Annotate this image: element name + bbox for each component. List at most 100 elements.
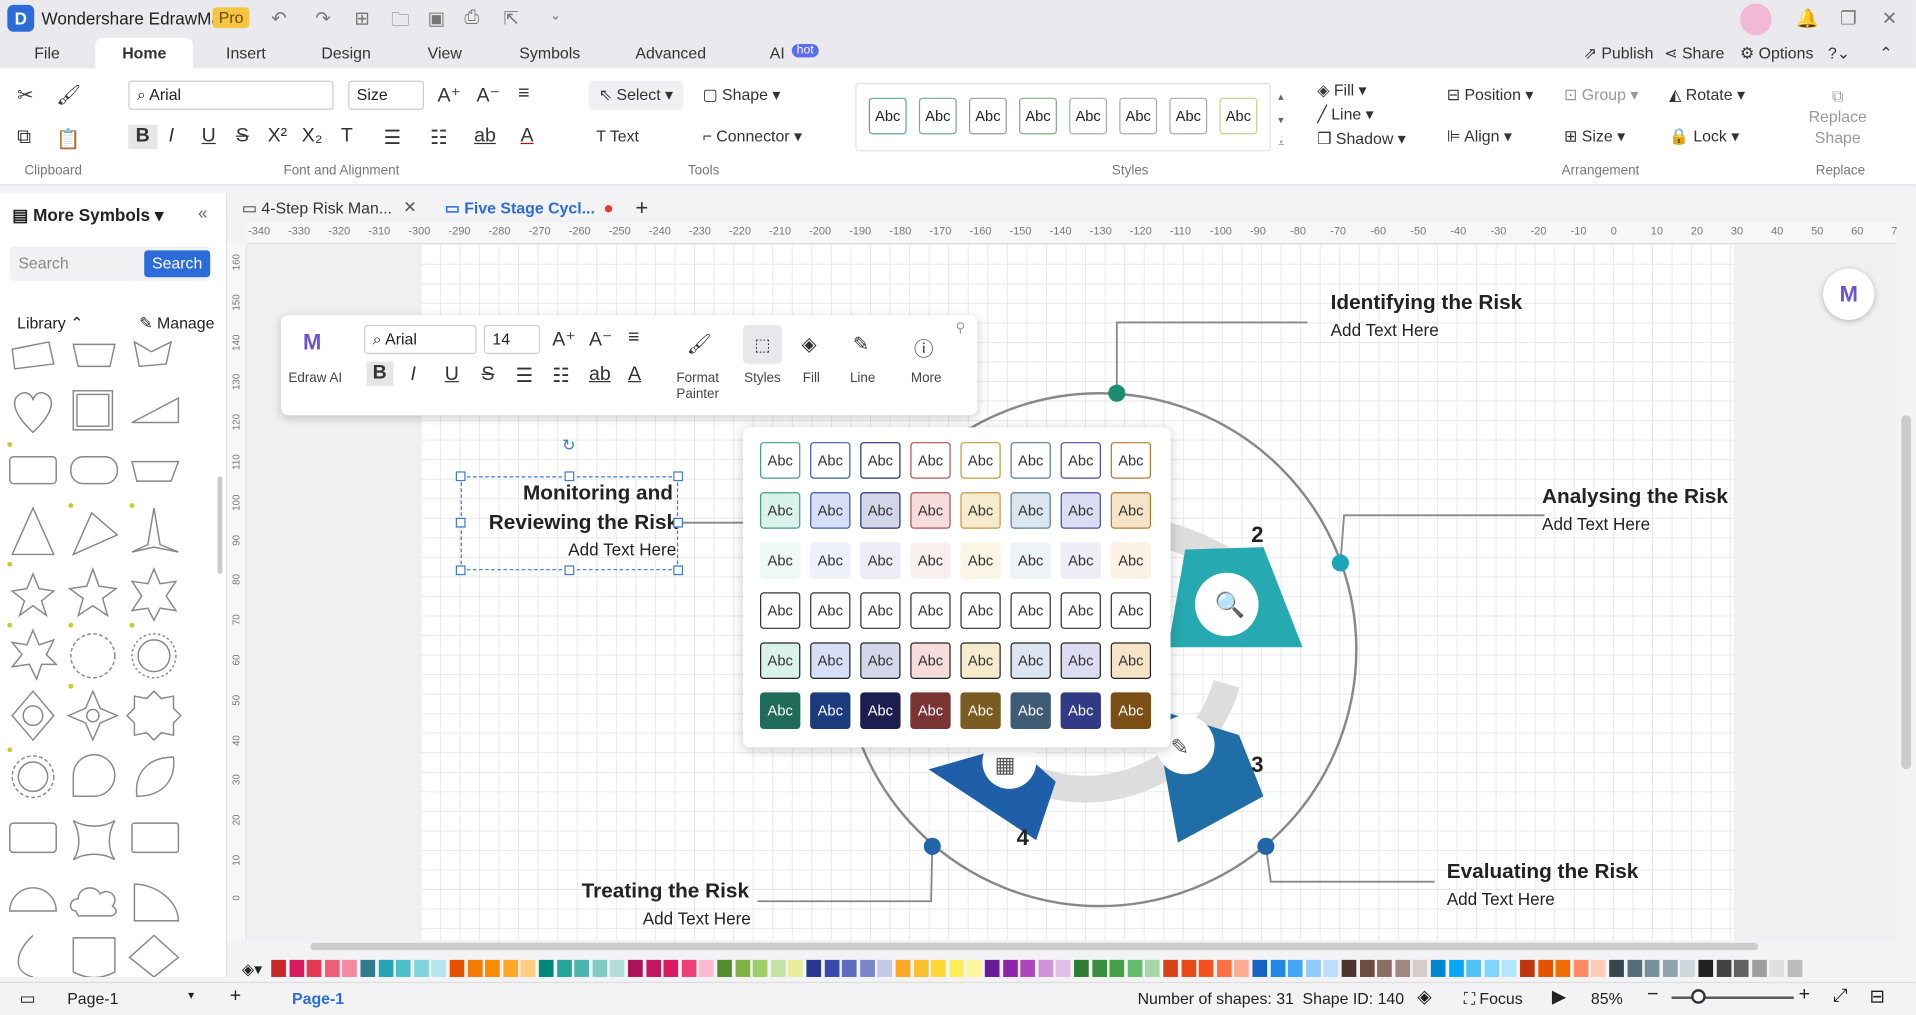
tab-home[interactable]: Home: [95, 37, 194, 69]
color-swatch[interactable]: [592, 959, 608, 977]
style-option[interactable]: Abc: [960, 442, 1001, 479]
style-option[interactable]: Abc: [1060, 692, 1101, 730]
color-swatch[interactable]: [1198, 959, 1214, 977]
color-swatch[interactable]: [788, 959, 804, 977]
print-icon[interactable]: ⎙: [464, 7, 479, 28]
color-swatch[interactable]: [1395, 959, 1410, 977]
color-swatch[interactable]: [645, 959, 661, 977]
color-swatch[interactable]: [342, 959, 358, 977]
redo-icon[interactable]: ↷: [315, 7, 330, 30]
resize-handle[interactable]: [673, 471, 684, 482]
style-option[interactable]: Abc: [860, 692, 901, 730]
color-swatch[interactable]: [1448, 959, 1464, 977]
color-swatch[interactable]: [1091, 959, 1107, 977]
page-select[interactable]: Page-1 ▾: [56, 987, 203, 1011]
color-swatch[interactable]: [895, 959, 911, 977]
fill-label[interactable]: Fill: [792, 371, 831, 386]
style-option[interactable]: Abc: [910, 642, 951, 679]
shape-library-grid[interactable]: [0, 337, 227, 977]
page-panel-icon[interactable]: ▭: [20, 988, 36, 1009]
evaluating-subtext[interactable]: Add Text Here: [1447, 889, 1555, 909]
symbol-search-button[interactable]: Search: [144, 250, 211, 278]
style-option[interactable]: Abc: [960, 542, 1001, 579]
align-text-icon[interactable]: ≡: [518, 83, 529, 105]
color-swatch[interactable]: [1216, 959, 1232, 977]
color-swatch[interactable]: [1056, 959, 1071, 977]
color-swatch[interactable]: [413, 959, 429, 977]
color-swatch[interactable]: [1520, 959, 1535, 977]
resize-handle[interactable]: [564, 471, 575, 482]
style-sample[interactable]: Abc: [1219, 97, 1258, 135]
tab-symbols[interactable]: Symbols: [519, 44, 580, 62]
color-swatch[interactable]: [931, 959, 946, 977]
export-icon[interactable]: ⇱: [503, 7, 518, 30]
select-button[interactable]: ⇖ Select ▾: [588, 80, 683, 110]
customize-icon[interactable]: ⌄: [550, 7, 561, 24]
maximize-icon[interactable]: ❐: [1840, 7, 1856, 30]
style-option[interactable]: Abc: [960, 692, 1001, 730]
strikethrough-icon[interactable]: S: [236, 126, 249, 148]
shape-button[interactable]: ▢ Shape ▾: [703, 85, 781, 105]
size-button[interactable]: ⊞ Size ▾: [1564, 127, 1625, 147]
color-swatch[interactable]: [824, 959, 839, 977]
horizontal-scrollbar[interactable]: [310, 942, 1759, 951]
identifying-title[interactable]: Identifying the Risk: [1331, 291, 1523, 315]
color-swatch[interactable]: [360, 959, 376, 977]
resize-handle[interactable]: [673, 517, 684, 528]
monitoring-title-line1[interactable]: Monitoring and: [523, 481, 673, 505]
bell-icon[interactable]: 🔔: [1796, 7, 1819, 30]
doc-tab-risk[interactable]: ▭ 4-Step Risk Man...: [242, 199, 392, 219]
color-swatch[interactable]: [1163, 959, 1178, 977]
style-option[interactable]: Abc: [760, 642, 801, 679]
color-swatch[interactable]: [663, 959, 679, 977]
color-swatch[interactable]: [1430, 959, 1446, 977]
style-option[interactable]: Abc: [1110, 442, 1152, 479]
style-option[interactable]: Abc: [1060, 442, 1101, 479]
style-option[interactable]: Abc: [1010, 642, 1051, 679]
color-swatch[interactable]: [1020, 959, 1036, 977]
style-option[interactable]: Abc: [860, 642, 901, 679]
color-swatch[interactable]: [396, 959, 411, 977]
bullets-icon[interactable]: ☷: [430, 126, 448, 150]
color-swatch[interactable]: [1751, 959, 1767, 977]
underline-icon[interactable]: U: [202, 126, 216, 148]
style-sample[interactable]: Abc: [1119, 97, 1158, 135]
float-format-painter-icon[interactable]: 🖌: [687, 332, 712, 356]
color-swatch[interactable]: [610, 959, 625, 977]
color-swatch[interactable]: [1323, 959, 1339, 977]
color-swatch[interactable]: [485, 959, 500, 977]
color-swatch[interactable]: [1484, 959, 1500, 977]
color-swatch[interactable]: [1270, 959, 1285, 977]
text-style-icon[interactable]: T: [341, 126, 353, 148]
color-swatch[interactable]: [1627, 959, 1642, 977]
evaluating-title[interactable]: Evaluating the Risk: [1447, 860, 1639, 884]
line-spacing-icon[interactable]: ☰: [384, 126, 402, 150]
float-more-icon[interactable]: ⓘ: [914, 332, 934, 361]
color-swatch[interactable]: [1341, 959, 1357, 977]
analysing-title[interactable]: Analysing the Risk: [1542, 485, 1728, 509]
font-color-icon[interactable]: A: [521, 126, 534, 148]
color-swatch[interactable]: [681, 959, 697, 977]
edraw-ai-icon[interactable]: M: [303, 330, 321, 356]
color-swatch[interactable]: [1662, 959, 1678, 977]
layers-icon[interactable]: ◈: [1417, 986, 1431, 1008]
float-size-select[interactable]: 14: [483, 324, 541, 355]
style-option[interactable]: Abc: [1060, 542, 1101, 579]
style-option[interactable]: Abc: [810, 442, 851, 479]
identifying-subtext[interactable]: Add Text Here: [1331, 320, 1439, 340]
style-option[interactable]: Abc: [760, 692, 801, 730]
color-swatch[interactable]: [1698, 959, 1714, 977]
resize-handle[interactable]: [564, 565, 575, 576]
resize-handle[interactable]: [455, 565, 466, 576]
color-swatch[interactable]: [431, 959, 447, 977]
color-swatch[interactable]: [289, 959, 304, 977]
color-swatch[interactable]: [1359, 959, 1375, 977]
options-button[interactable]: ⚙ Options: [1740, 44, 1813, 64]
library-toggle[interactable]: Library ⌃: [17, 314, 83, 334]
add-page-icon[interactable]: +: [230, 986, 241, 1008]
color-swatch[interactable]: [1145, 959, 1161, 977]
color-swatch[interactable]: [271, 959, 286, 977]
color-swatch[interactable]: [877, 959, 893, 977]
color-swatch[interactable]: [949, 959, 964, 977]
style-option[interactable]: Abc: [1010, 542, 1051, 579]
